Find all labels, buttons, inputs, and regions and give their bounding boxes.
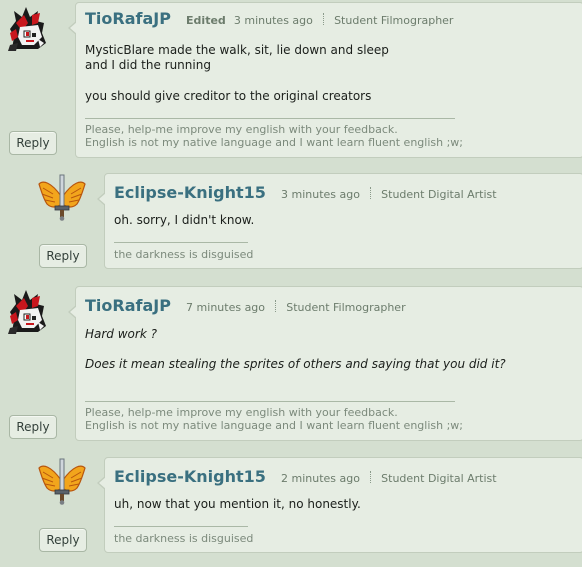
signature-line: Please, help-me improve my english with … <box>85 123 398 136</box>
username-link[interactable]: TioRafaJP <box>85 9 171 28</box>
user-role: Student Digital Artist <box>381 188 497 201</box>
username-link[interactable]: Eclipse-Knight15 <box>114 467 266 486</box>
timestamp[interactable]: 3 minutes ago <box>281 188 360 201</box>
username-link[interactable]: TioRafaJP <box>85 296 171 315</box>
divider <box>322 13 324 25</box>
divider <box>370 187 372 199</box>
signature-line: the darkness is disguised <box>114 532 254 545</box>
comment-text-line: and I did the running <box>85 58 211 72</box>
signature-line: Please, help-me improve my english with … <box>85 406 398 419</box>
comment-text-line: oh. sorry, I didn't know. <box>114 213 255 227</box>
signature-line: the darkness is disguised <box>114 248 254 261</box>
divider <box>370 471 372 483</box>
user-role: Student Filmographer <box>286 301 406 314</box>
user-role: Student Filmographer <box>334 14 454 27</box>
comment-text-line: MysticBlare made the walk, sit, lie down… <box>85 43 389 57</box>
reply-button[interactable]: Reply <box>39 244 87 268</box>
reply-button[interactable]: Reply <box>9 415 57 439</box>
comment-bubble: TioRafaJP Edited 3 minutes ago Student F… <box>68 2 582 158</box>
red-black-pony-avatar-icon[interactable] <box>4 3 54 53</box>
user-role: Student Digital Artist <box>381 472 497 485</box>
timestamp[interactable]: 7 minutes ago <box>186 301 265 314</box>
timestamp[interactable]: 2 minutes ago <box>281 472 360 485</box>
signature-line: English is not my native language and I … <box>85 419 464 432</box>
comment-text-line: Hard work ? <box>85 327 157 341</box>
winged-sword-avatar-icon[interactable] <box>37 172 87 222</box>
reply-button[interactable]: Reply <box>39 528 87 552</box>
comment-bubble: TioRafaJP 7 minutes ago Student Filmogra… <box>68 286 582 441</box>
signature-divider <box>114 526 248 527</box>
username-link[interactable]: Eclipse-Knight15 <box>114 183 266 202</box>
signature-divider <box>85 118 455 119</box>
comment-bubble: Eclipse-Knight15 2 minutes ago Student D… <box>97 457 582 553</box>
winged-sword-avatar-icon[interactable] <box>37 456 87 506</box>
red-black-pony-avatar-icon[interactable] <box>4 286 54 336</box>
timestamp[interactable]: 3 minutes ago <box>234 14 313 27</box>
divider <box>275 300 277 312</box>
reply-button[interactable]: Reply <box>9 131 57 155</box>
comment-bubble: Eclipse-Knight15 3 minutes ago Student D… <box>97 173 582 269</box>
comment-text-line: you should give creditor to the original… <box>85 89 372 103</box>
signature-divider <box>85 401 455 402</box>
signature-line: English is not my native language and I … <box>85 136 464 149</box>
comment-text-line: uh, now that you mention it, no honestly… <box>114 497 361 511</box>
edited-label: Edited <box>186 14 226 27</box>
comment-text-line: Does it mean stealing the sprites of oth… <box>85 357 506 371</box>
signature-divider <box>114 242 248 243</box>
